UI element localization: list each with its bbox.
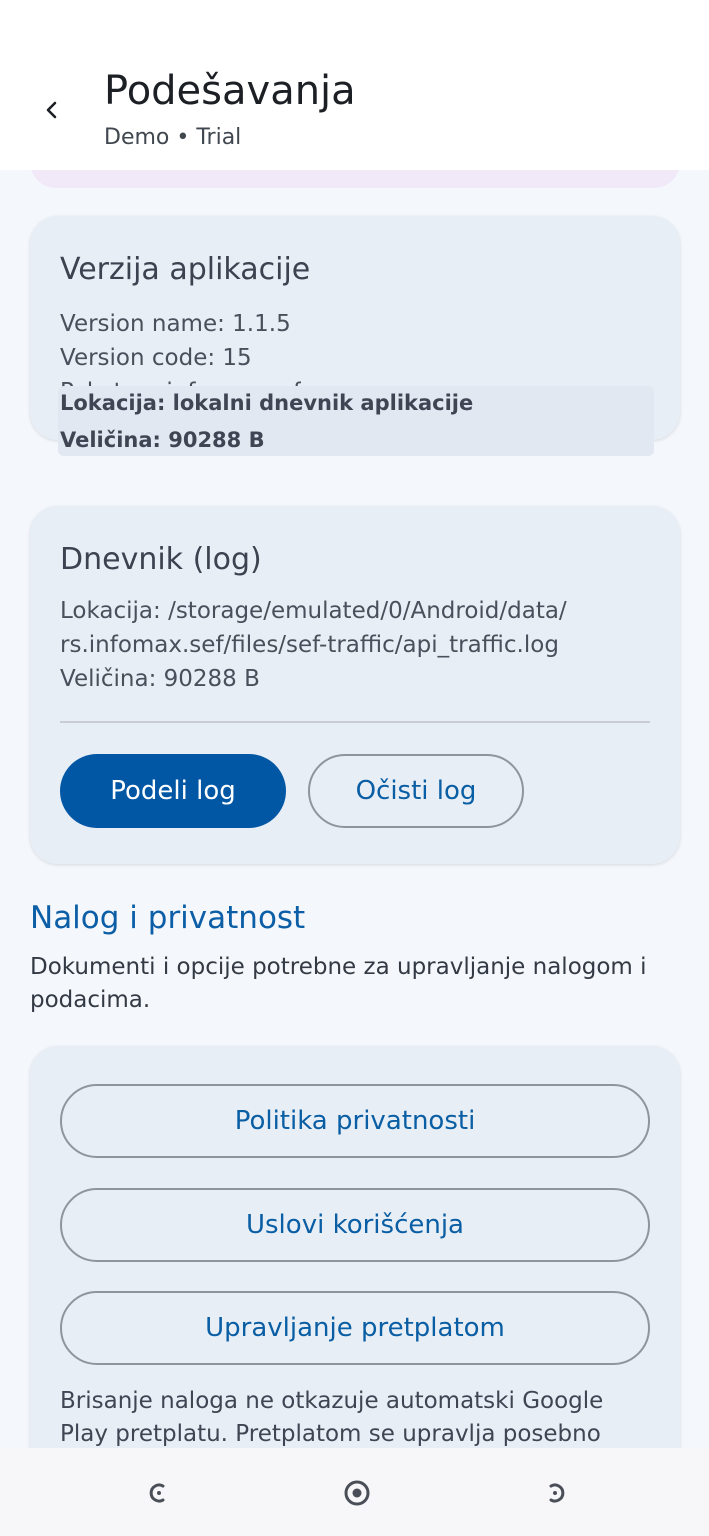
share-log-button[interactable]: Podeli log bbox=[60, 754, 286, 828]
version-code: Version code: 15 bbox=[60, 345, 252, 371]
page-subtitle: Demo • Trial bbox=[104, 125, 242, 150]
nav-home-button[interactable] bbox=[340, 1476, 374, 1510]
page-title: Podešavanja bbox=[104, 68, 356, 114]
nav-back-icon bbox=[149, 1483, 165, 1503]
log-info-overlay: Lokacija: lokalni dnevnik aplikacije Vel… bbox=[58, 386, 654, 456]
previous-card-edge bbox=[30, 170, 680, 188]
log-card-title: Dnevnik (log) bbox=[60, 542, 262, 577]
nav-recents-button[interactable] bbox=[538, 1476, 572, 1510]
system-navigation-bar bbox=[0, 1448, 709, 1536]
version-card-title: Verzija aplikacije bbox=[60, 252, 311, 287]
terms-of-use-button[interactable]: Uslovi korišćenja bbox=[60, 1188, 650, 1262]
account-section-description: Dokumenti i opcije potrebne za upravljan… bbox=[30, 954, 647, 1013]
nav-recents-icon bbox=[549, 1483, 565, 1503]
account-card: Politika privatnosti Uslovi korišćenja U… bbox=[30, 1046, 680, 1448]
log-divider bbox=[60, 721, 650, 723]
log-card: Dnevnik (log) Lokacija: /storage/emulate… bbox=[30, 506, 680, 864]
privacy-policy-button[interactable]: Politika privatnosti bbox=[60, 1084, 650, 1158]
log-location-line1: Lokacija: /storage/emulated/0/Android/da… bbox=[60, 598, 567, 624]
settings-scroll-area[interactable]: Verzija aplikacije Version name: 1.1.5 V… bbox=[0, 170, 709, 1448]
clear-log-button[interactable]: Očisti log bbox=[308, 754, 524, 828]
chevron-left-icon bbox=[46, 101, 57, 119]
nav-back-button[interactable] bbox=[142, 1476, 176, 1510]
account-deletion-note: Brisanje naloga ne otkazuje automatski G… bbox=[60, 1388, 604, 1447]
log-location-line2: rs.infomax.sef/files/sef-traffic/api_tra… bbox=[60, 632, 559, 658]
overlay-size: Veličina: 90288 B bbox=[60, 428, 265, 452]
app-bar: Podešavanja Demo • Trial bbox=[0, 0, 709, 170]
account-section-heading: Nalog i privatnost bbox=[30, 900, 306, 936]
version-name: Version name: 1.1.5 bbox=[60, 311, 291, 337]
nav-home-icon bbox=[344, 1480, 370, 1506]
log-size: Veličina: 90288 B bbox=[60, 666, 260, 692]
overlay-location: Lokacija: lokalni dnevnik aplikacije bbox=[60, 391, 474, 415]
back-button[interactable] bbox=[30, 88, 74, 132]
manage-subscription-button[interactable]: Upravljanje pretplatom bbox=[60, 1291, 650, 1365]
